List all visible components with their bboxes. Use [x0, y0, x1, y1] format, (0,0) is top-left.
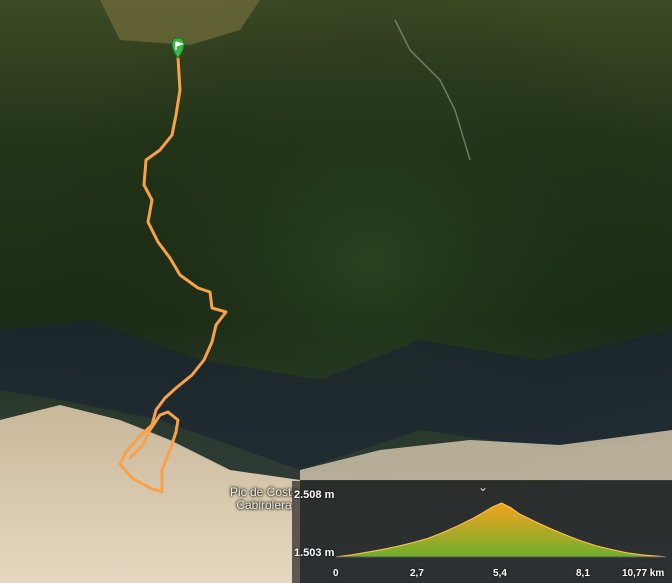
chevron-down-icon[interactable]: ⌄ — [475, 481, 491, 493]
distance-tick-0: 0 — [333, 568, 339, 579]
elevation-profile-chart — [335, 502, 667, 558]
max-elevation-label: 2.508 m — [294, 489, 335, 501]
distance-tick-1: 2,7 — [410, 568, 424, 579]
distance-tick-4: 10,77 km — [622, 568, 665, 579]
min-elevation-label: 1.503 m — [294, 547, 335, 559]
distance-tick-3: 8,1 — [576, 568, 590, 579]
distance-tick-2: 5,4 — [493, 568, 507, 579]
elevation-profile-panel[interactable]: ⌄ 2.508 m 1.503 m 0 2,7 5,4 8,1 10,77 km — [292, 481, 672, 583]
